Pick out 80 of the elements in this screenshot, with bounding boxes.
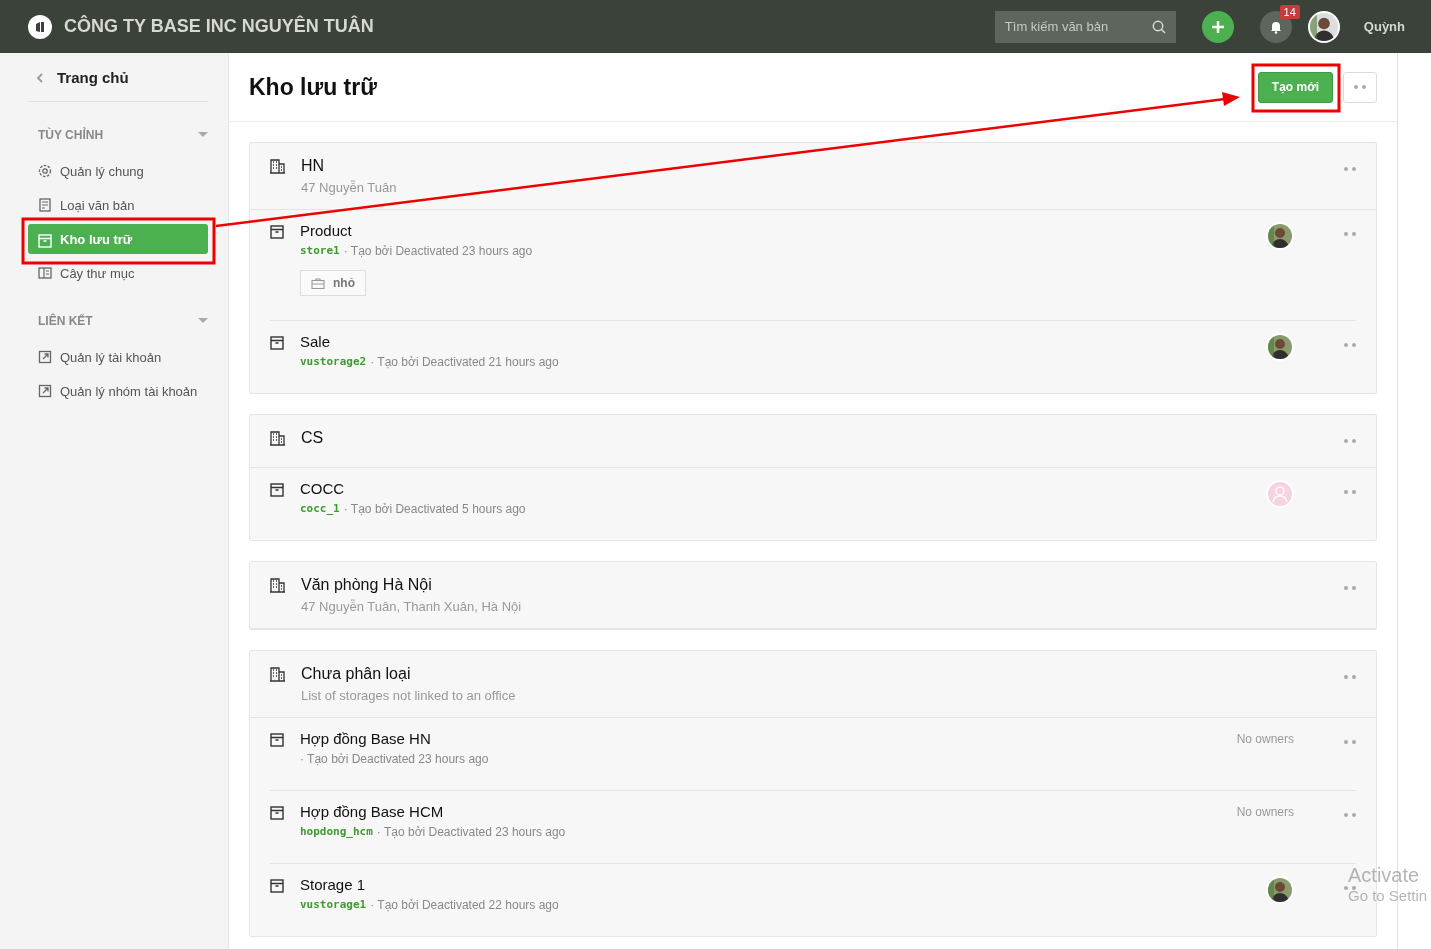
more-icon[interactable] — [1344, 439, 1356, 443]
office-name: HN — [301, 157, 326, 175]
storage-meta: · Tạo bởi Deactivated 5 hours ago — [343, 502, 526, 516]
external-link-icon — [38, 384, 52, 398]
no-owners-label: No owners — [1236, 805, 1294, 819]
archive-icon — [270, 733, 284, 747]
sidebar-item[interactable]: Loại văn bản — [28, 190, 208, 220]
archive-icon — [38, 233, 52, 248]
activation-title: Activate — [1348, 864, 1421, 887]
storage-name[interactable]: COCC — [300, 480, 1184, 497]
more-icon[interactable] — [1344, 232, 1356, 236]
section-title: LIÊN KẾT — [38, 314, 93, 328]
page-title: Kho lưu trữ — [249, 73, 378, 101]
storage-code: vustorage1 — [300, 898, 367, 912]
more-icon[interactable] — [1344, 740, 1356, 744]
office-name: Chưa phân loại — [301, 665, 412, 683]
caret-icon[interactable] — [198, 132, 208, 138]
user-name[interactable]: Quỳnh — [1363, 19, 1405, 34]
more-icon[interactable] — [1344, 675, 1356, 679]
sidebar-item[interactable]: Quản lý tài khoản — [28, 342, 208, 372]
storage-code: store1 — [300, 244, 340, 258]
storage-meta: · Tạo bởi Deactivated 23 hours ago — [376, 825, 566, 839]
owner-avatar — [1266, 480, 1294, 508]
settings-icon — [38, 164, 52, 178]
storage-name[interactable]: Sale — [300, 333, 1184, 350]
no-owners-label: No owners — [1236, 732, 1294, 746]
sidebar-item[interactable]: Quản lý nhóm tài khoản — [28, 376, 208, 406]
building-icon — [270, 431, 285, 446]
storage-meta: · Tạo bởi Deactivated 21 hours ago — [370, 355, 559, 369]
more-icon[interactable] — [1344, 813, 1356, 817]
plus-icon — [1211, 20, 1224, 33]
archive-icon — [270, 225, 284, 239]
section-title: TÙY CHỈNH — [38, 128, 104, 142]
office-address: List of storages not linked to an office — [301, 688, 517, 703]
archive-icon — [270, 336, 284, 350]
more-icon[interactable] — [1344, 586, 1356, 590]
add-button[interactable] — [1201, 10, 1234, 43]
sidebar-item[interactable]: Cây thư mục — [28, 258, 208, 288]
office-name: Văn phòng Hà Nội — [301, 576, 433, 594]
storage-tag[interactable]: nhỏ — [300, 270, 366, 296]
archive-icon — [270, 879, 284, 893]
sidebar-item[interactable]: Quản lý chung — [28, 156, 208, 186]
storage-code: hopdong_hcm — [300, 825, 373, 839]
more-icon — [1354, 85, 1366, 89]
storage-name[interactable]: Product — [300, 222, 1184, 239]
activation-subtitle: Go to Settin — [1348, 887, 1428, 904]
more-button[interactable] — [1343, 71, 1377, 103]
more-icon[interactable] — [1344, 343, 1356, 347]
user-avatar[interactable] — [1307, 10, 1340, 43]
office-address: 47 Nguyễn Tuân, Thanh Xuân, Hà Nội — [301, 599, 523, 614]
building-icon — [270, 667, 285, 682]
more-icon[interactable] — [1344, 886, 1356, 890]
office-address: 47 Nguyễn Tuân — [301, 180, 398, 195]
storage-meta: · Tạo bởi Deactivated 22 hours ago — [370, 898, 559, 912]
company-name: CÔNG TY BASE INC NGUYÊN TUÂN — [64, 16, 375, 37]
storage-code: cocc_1 — [300, 502, 340, 516]
archive-icon — [270, 483, 284, 497]
chevron-left-icon — [36, 72, 43, 83]
storage-name[interactable]: Storage 1 — [300, 876, 1184, 893]
caret-icon[interactable] — [198, 318, 208, 324]
archive-icon — [270, 806, 284, 820]
building-icon — [270, 159, 285, 174]
more-icon[interactable] — [1344, 167, 1356, 171]
office-name: CS — [301, 429, 325, 447]
briefcase-icon — [311, 277, 325, 289]
storage-name[interactable]: Hợp đồng Base HCM — [300, 803, 1184, 820]
storage-meta: · Tạo bởi Deactivated 23 hours ago — [343, 244, 533, 258]
building-icon — [270, 578, 285, 593]
storage-meta: · Tạo bởi Deactivated 23 hours ago — [300, 752, 489, 766]
storage-code: vustorage2 — [300, 355, 367, 369]
more-icon[interactable] — [1344, 490, 1356, 494]
external-link-icon — [38, 350, 52, 364]
search-field[interactable]: Tìm kiếm văn bản — [994, 10, 1176, 43]
document-icon — [38, 198, 52, 212]
notification-count: 14 — [1279, 4, 1300, 19]
back-link[interactable]: Trang chủ — [28, 67, 208, 102]
search-icon[interactable] — [1151, 19, 1166, 34]
columns-icon — [38, 266, 52, 280]
logo-icon[interactable] — [28, 14, 52, 39]
storage-name[interactable]: Hợp đồng Base HN — [300, 730, 1184, 747]
